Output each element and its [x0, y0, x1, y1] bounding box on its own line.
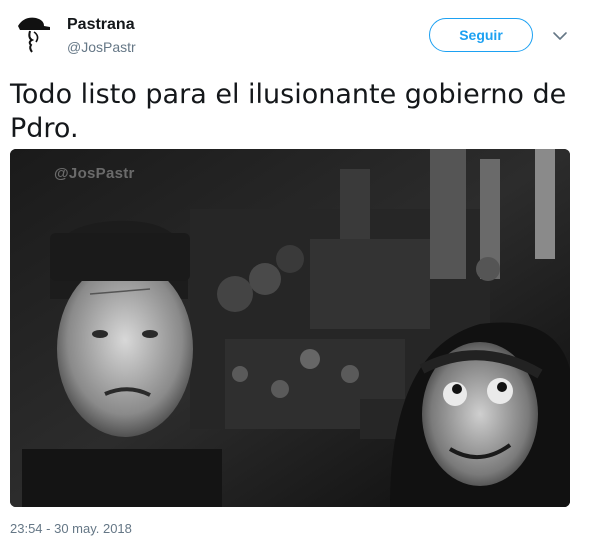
hat-figure-avatar-icon	[18, 17, 50, 53]
tweet-timestamp[interactable]: 23:54 - 30 may. 2018	[10, 521, 132, 536]
chevron-down-icon[interactable]	[550, 26, 570, 46]
user-display-name[interactable]: Pastrana	[67, 16, 135, 34]
tweet-text: Todo listo para el ilusionante gobierno …	[10, 79, 567, 144]
follow-button[interactable]: Seguir	[429, 18, 533, 52]
tweet-media-image[interactable]: @JosPastr	[10, 149, 570, 507]
media-watermark: @JosPastr	[54, 165, 135, 182]
user-avatar[interactable]	[10, 12, 54, 56]
user-handle[interactable]: @JosPastr	[67, 39, 136, 55]
media-photo	[10, 149, 570, 507]
tweet-card: Pastrana @JosPastr Seguir Todo listo par…	[0, 0, 590, 545]
